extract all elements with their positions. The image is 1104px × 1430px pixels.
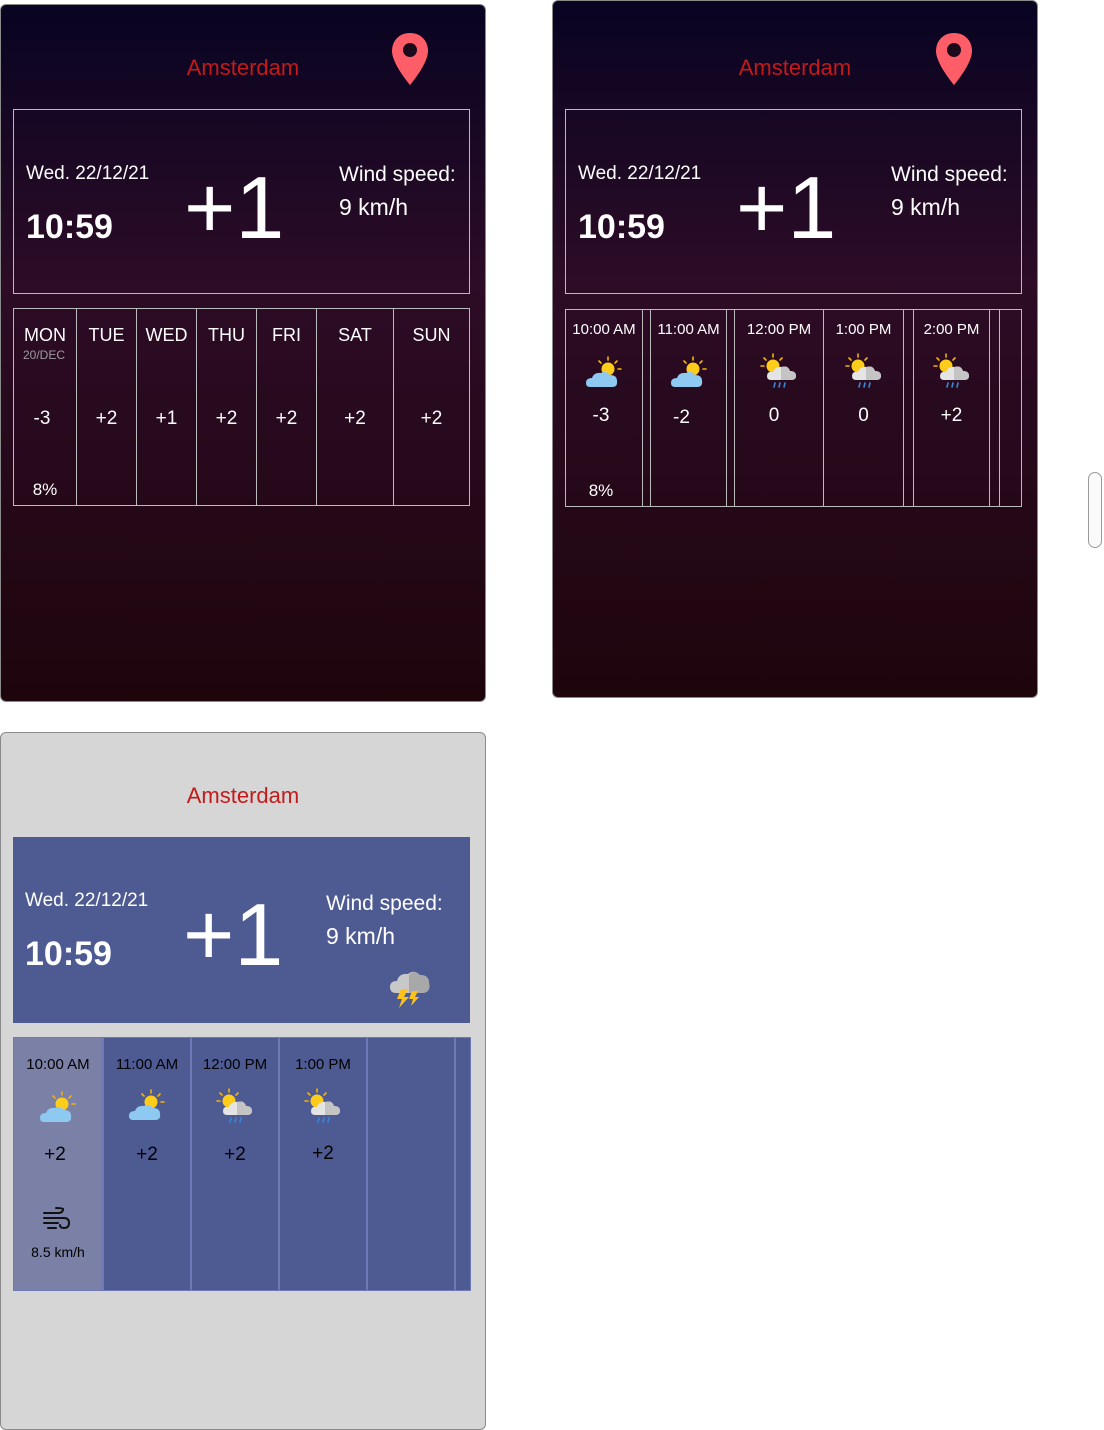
hour-column[interactable]: 10:00 AM -3 8% [566, 310, 643, 506]
current-time: 10:59 [578, 208, 665, 246]
day-label: THU [208, 325, 245, 345]
day-temp: +2 [275, 408, 298, 429]
current-weather-card: Wed. 22/12/21 10:59 +1 Wind speed: 9 km/… [13, 109, 470, 294]
wind-speed-label: Wind speed: [339, 163, 456, 186]
wind-icon [43, 1207, 71, 1230]
day-temp: +2 [344, 408, 366, 429]
day-temp: +2 [95, 408, 118, 429]
hour-label: 11:00 AM [115, 1056, 179, 1073]
current-date: Wed. 22/12/21 [25, 890, 149, 911]
hourly-strip: 10:00 AM -3 8% 11:00 AM -2 12:00 PM 0 1:… [565, 309, 1022, 507]
hour-temp: +2 [224, 1144, 246, 1165]
hour-label: 1:00 PM [835, 321, 892, 338]
partly-cloudy-icon [127, 1087, 167, 1127]
hour-column[interactable]: 12:00 PM 0 [735, 310, 824, 506]
location-pin-icon[interactable] [934, 31, 974, 87]
sun-rain-cloud-icon [303, 1087, 343, 1127]
wind-speed-value: 9 km/h [339, 194, 409, 220]
current-temperature: +1 [183, 885, 284, 984]
hour-label: 11:00 AM [657, 321, 720, 338]
weekly-strip: MON 20/DEC -3 8% TUE +2 WED +1 THU +2 FR… [13, 308, 470, 506]
scrollbar-thumb[interactable] [1088, 472, 1102, 548]
day-precip: 8% [32, 480, 58, 499]
hour-column[interactable]: 11:00 AM -2 [651, 310, 727, 506]
weekly-forecast-screen: Amsterdam Wed. 22/12/21 10:59 +1 Wind sp… [0, 4, 486, 702]
hour-column[interactable]: 1:00 PM 0 [824, 310, 904, 506]
hour-label: 12:00 PM [746, 321, 812, 338]
hour-wind-speed: 8.5 km/h [31, 1244, 85, 1260]
column-divider [990, 310, 1000, 506]
current-date: Wed. 22/12/21 [578, 163, 702, 184]
hour-column-partial[interactable] [1000, 310, 1021, 506]
wind-speed-label: Wind speed: [326, 892, 443, 915]
wind-speed-value: 9 km/h [891, 194, 961, 220]
partly-cloudy-icon [584, 354, 624, 394]
hour-label: 2:00 PM [923, 321, 980, 338]
day-temp: +2 [420, 408, 443, 429]
hour-temp: -3 [592, 405, 610, 426]
hour-precip: 8% [588, 481, 614, 500]
current-weather-card: Wed. 22/12/21 10:59 +1 Wind speed: 9 km/… [565, 109, 1022, 294]
sun-rain-cloud-icon [844, 352, 884, 392]
day-temp: +1 [155, 408, 178, 429]
day-label: FRI [272, 325, 301, 345]
city-name: Amsterdam [186, 783, 300, 808]
hour-label: 10:00 AM [26, 1056, 90, 1073]
hour-label: 12:00 PM [202, 1056, 268, 1073]
day-label: TUE [88, 325, 125, 345]
hourly-strip: 10:00 AM +2 8.5 km/h 11:00 AM +2 12:00 P… [13, 1037, 471, 1291]
hour-column[interactable]: 12:00 PM +2 [192, 1038, 280, 1290]
hour-column-selected[interactable]: 10:00 AM +2 8.5 km/h [14, 1038, 104, 1290]
hour-label: 1:00 PM [295, 1056, 351, 1073]
day-label: MON [24, 325, 66, 345]
hour-temp: +2 [136, 1144, 158, 1165]
day-label: SUN [412, 325, 451, 345]
hour-temp: -2 [673, 407, 690, 428]
thunderstorm-icon [390, 971, 430, 1008]
day-column[interactable]: TUE +2 [77, 309, 137, 505]
current-time: 10:59 [26, 208, 113, 246]
wind-speed-value: 9 km/h [326, 923, 396, 949]
hour-temp: +2 [312, 1143, 334, 1164]
hourly-forecast-light-screen: Amsterdam Wed. 22/12/21 10:59 +1 Wind sp… [0, 732, 486, 1430]
hour-column[interactable]: 2:00 PM +2 [914, 310, 990, 506]
wind-speed-label: Wind speed: [891, 163, 1008, 186]
day-column[interactable]: WED +1 [137, 309, 197, 505]
day-column[interactable]: SAT +2 [317, 309, 394, 505]
partly-cloudy-icon [38, 1089, 78, 1129]
day-temp: +2 [215, 408, 238, 429]
day-date: 20/DEC [23, 348, 66, 362]
day-column[interactable]: MON 20/DEC -3 8% [14, 309, 77, 505]
day-temp: -3 [33, 408, 51, 429]
hour-label: 10:00 AM [572, 321, 636, 338]
current-temperature: +1 [736, 158, 837, 257]
day-column[interactable]: SUN +2 [394, 309, 469, 505]
column-divider [904, 310, 914, 506]
hourly-forecast-screen: Amsterdam Wed. 22/12/21 10:59 +1 Wind sp… [552, 0, 1038, 698]
current-temperature: +1 [184, 158, 285, 257]
sun-rain-cloud-icon [932, 352, 972, 392]
hour-column[interactable]: 11:00 AM +2 [104, 1038, 192, 1290]
day-label: SAT [338, 325, 372, 345]
day-column[interactable]: THU +2 [197, 309, 257, 505]
current-date: Wed. 22/12/21 [26, 163, 150, 184]
hour-temp: +2 [44, 1144, 66, 1165]
location-pin-icon[interactable] [390, 31, 430, 87]
hour-temp: 0 [858, 405, 869, 426]
current-weather-card: Wed. 22/12/21 10:59 +1 Wind speed: 9 km/… [13, 837, 470, 1023]
hour-temp: 0 [768, 405, 780, 426]
day-label: WED [145, 325, 188, 345]
hour-column[interactable]: 1:00 PM +2 [280, 1038, 368, 1290]
sun-rain-cloud-icon [759, 352, 799, 392]
partly-cloudy-icon [669, 354, 709, 394]
current-time: 10:59 [25, 935, 112, 973]
sun-rain-cloud-icon [215, 1087, 255, 1127]
hour-temp: +2 [940, 405, 963, 426]
day-column[interactable]: FRI +2 [257, 309, 317, 505]
hour-column-empty[interactable] [368, 1038, 456, 1290]
